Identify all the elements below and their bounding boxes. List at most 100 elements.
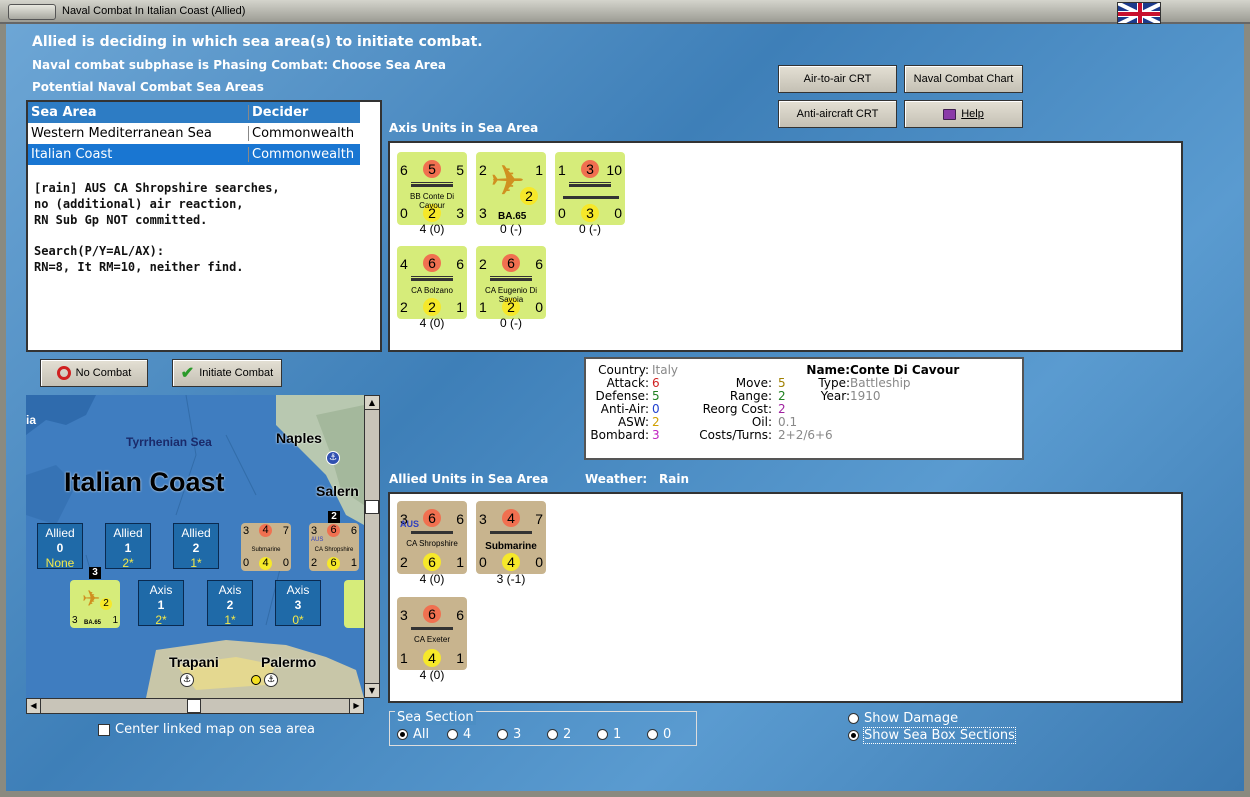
scroll-thumb[interactable]: [365, 500, 379, 514]
unit-stat: 7: [535, 511, 543, 527]
map-counter-submarine[interactable]: 3 4 7 Submarine 0 4 0: [241, 523, 291, 571]
radio-icon[interactable]: [447, 729, 458, 740]
city-label: Naples: [276, 430, 322, 446]
allied-sea-box-0[interactable]: Allied 0 None: [37, 523, 83, 570]
axis-unit-counter[interactable]: 4 6 2 2 1 6 CA Bolzano: [397, 246, 467, 319]
no-combat-button[interactable]: No Combat: [40, 359, 148, 387]
radio-icon[interactable]: [497, 729, 508, 740]
unit-attack: 6: [423, 509, 441, 527]
stack-count-badge: 3: [89, 567, 101, 579]
radio-icon[interactable]: [597, 729, 608, 740]
sea-section-label: 2: [563, 727, 572, 742]
initiate-combat-button[interactable]: ✔ Initiate Combat: [172, 359, 282, 387]
scroll-thumb[interactable]: [187, 699, 201, 713]
unit-attack: 6: [423, 254, 441, 272]
checkbox-icon[interactable]: [98, 723, 110, 736]
sea-section-option[interactable]: 4: [447, 727, 471, 742]
radio-icon[interactable]: [848, 713, 859, 724]
system-menu-button[interactable]: [8, 4, 56, 20]
unit-stat: 0: [558, 205, 566, 221]
book-icon: [943, 108, 957, 120]
port-anchor-icon: ⚓: [264, 673, 278, 687]
unit-status: 0 (-): [579, 222, 601, 236]
unit-name: CA Exeter: [413, 635, 450, 644]
ship-silhouette-icon: [563, 194, 619, 199]
naval-combat-chart-button[interactable]: Naval Combat Chart: [904, 65, 1023, 93]
allied-unit-counter[interactable]: 3 6 2 6 1 6 CA Shropshire AUS: [397, 501, 467, 574]
axis-unit-counter[interactable]: 2 1 3 2 ✈ BA.65: [476, 152, 546, 225]
radio-icon[interactable]: [647, 729, 658, 740]
city-marker-icon: [251, 675, 261, 685]
unit-stat: 2: [423, 298, 441, 316]
ship-silhouette-icon: [411, 529, 453, 534]
axis-unit-counter[interactable]: 6 5 0 2 3 5 BB Conte Di Cavour: [397, 152, 467, 225]
sea-section-option[interactable]: 1: [597, 727, 621, 742]
no-entry-icon: [56, 366, 71, 380]
subphase-text: Naval combat subphase is Phasing Combat:…: [32, 58, 446, 72]
table-row[interactable]: Western Mediterranean Sea Commonwealth: [28, 123, 360, 144]
scroll-down-arrow-icon[interactable]: ▼: [365, 683, 379, 697]
air-to-air-crt-button[interactable]: Air-to-air CRT: [778, 65, 897, 93]
sea-section-option[interactable]: All: [397, 727, 429, 742]
linked-map[interactable]: ia Tyrrhenian Sea Italian Coast Naples ⚓…: [26, 395, 364, 698]
sea-section-option[interactable]: 3: [497, 727, 521, 742]
table-row-selected[interactable]: Italian Coast Commonwealth: [28, 144, 360, 165]
unit-status: 4 (0): [419, 572, 445, 586]
unit-stat: 3: [479, 511, 487, 527]
unit-stat: 6: [456, 256, 464, 272]
allied-sea-box-2[interactable]: Allied 2 1*: [173, 523, 219, 570]
sea-areas-heading: Potential Naval Combat Sea Areas: [32, 80, 264, 94]
help-button[interactable]: Help: [904, 100, 1023, 128]
scroll-left-arrow-icon[interactable]: ◀: [27, 699, 41, 713]
unit-stat: 6: [535, 256, 543, 272]
show-damage-radio[interactable]: Show Damage: [848, 711, 958, 726]
unit-stat: 3: [400, 607, 408, 623]
axis-unit-counter[interactable]: 2 6 1 2 0 6 CA Eugenio Di Savoia: [476, 246, 546, 319]
allied-sea-box-1[interactable]: Allied 1 2*: [105, 523, 151, 570]
axis-sea-box-1[interactable]: Axis 1 2*: [138, 580, 184, 627]
title-bar: Naval Combat In Italian Coast (Allied): [0, 0, 1250, 24]
unit-attack: 3: [581, 160, 599, 178]
city-label: Trapani: [169, 654, 219, 670]
unit-stat: 0: [535, 554, 543, 570]
unit-stat: 0: [479, 554, 487, 570]
unit-stat: 1: [456, 554, 464, 570]
unit-stat: 3: [581, 204, 599, 222]
port-anchor-icon: ⚓: [180, 673, 194, 687]
unit-stat: 1: [535, 162, 543, 178]
map-counter-partial[interactable]: [344, 580, 364, 628]
ship-silhouette-icon: [411, 182, 453, 187]
scroll-right-arrow-icon[interactable]: ▶: [349, 699, 363, 713]
allied-unit-counter[interactable]: 3 6 1 4 1 6 CA Exeter: [397, 597, 467, 670]
unit-stat: 2: [400, 299, 408, 315]
map-counter-ba65[interactable]: ✈ 3 BA.65 2 1: [70, 580, 120, 628]
city-label: Salern: [316, 483, 359, 499]
radio-selected-icon[interactable]: [848, 730, 859, 741]
sea-section-option[interactable]: 2: [547, 727, 571, 742]
table-header: Sea Area Decider: [28, 102, 360, 123]
scroll-up-arrow-icon[interactable]: ▲: [365, 396, 379, 410]
radio-icon[interactable]: [397, 729, 408, 740]
map-counter-shropshire[interactable]: 3 6 6 AUS CA Shropshire 2 6 1: [309, 523, 359, 571]
unit-stat: 6: [456, 511, 464, 527]
axis-sea-box-2[interactable]: Axis 2 1*: [207, 580, 253, 627]
center-linked-map-checkbox[interactable]: Center linked map on sea area: [98, 722, 315, 737]
unit-name: BA.65: [498, 211, 527, 222]
anti-aircraft-crt-button[interactable]: Anti-aircraft CRT: [778, 100, 897, 128]
allied-unit-counter[interactable]: 3 7 0 4 0 4 Submarine: [476, 501, 546, 574]
map-vertical-scrollbar[interactable]: ▲ ▼: [364, 395, 380, 698]
sea-section-option[interactable]: 0: [647, 727, 671, 742]
show-sea-box-sections-radio[interactable]: Show Sea Box Sections: [848, 727, 1016, 744]
axis-sea-box-3[interactable]: Axis 3 0*: [275, 580, 321, 627]
axis-unit-counter[interactable]: 1 10 0 3 0 3: [555, 152, 625, 225]
unit-status: 4 (0): [419, 222, 445, 236]
map-horizontal-scrollbar[interactable]: ◀ ▶: [26, 698, 364, 714]
weather-value: Rain: [659, 472, 689, 486]
unit-status: 0 (-): [500, 316, 522, 330]
unit-stat: 2: [479, 162, 487, 178]
unit-name: CA Eugenio Di Savoia: [484, 286, 538, 304]
city-label: Palermo: [261, 654, 317, 670]
radio-icon[interactable]: [547, 729, 558, 740]
window-title: Naval Combat In Italian Coast (Allied): [62, 5, 246, 17]
sea-section-label: 3: [513, 727, 522, 742]
